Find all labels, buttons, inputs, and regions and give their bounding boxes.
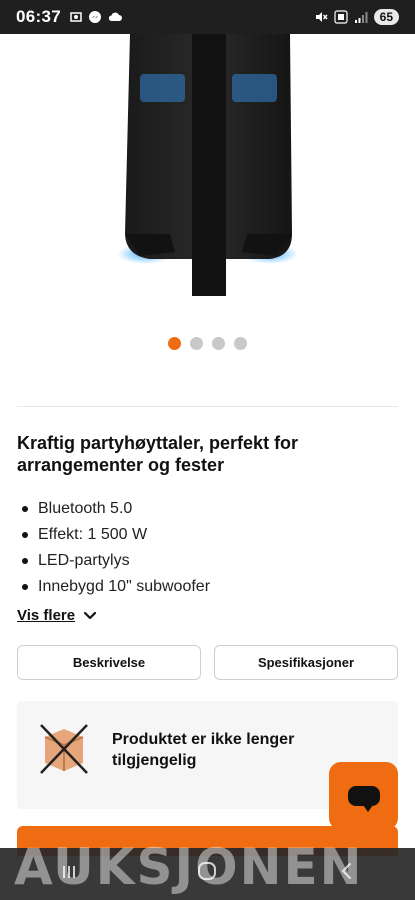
chevron-down-icon — [84, 611, 97, 619]
product-title: Kraftig partyhøyttaler, perfekt for arra… — [17, 433, 299, 475]
feature-list: Bluetooth 5.0 Effekt: 1 500 W LED-partyl… — [22, 496, 210, 600]
carousel-dot-2[interactable] — [190, 337, 203, 350]
home-icon[interactable] — [177, 860, 237, 888]
bullet-icon — [22, 532, 28, 538]
feature-item: Effekt: 1 500 W — [22, 522, 210, 548]
back-icon[interactable] — [316, 861, 376, 887]
chat-icon — [347, 786, 380, 812]
feature-text: Effekt: 1 500 W — [38, 526, 148, 543]
product-image[interactable] — [0, 34, 415, 314]
feature-text: Bluetooth 5.0 — [38, 500, 133, 517]
section-divider — [17, 406, 398, 407]
carousel-dot-1[interactable] — [168, 337, 181, 350]
carousel-dot-3[interactable] — [212, 337, 225, 350]
cloud-icon — [108, 12, 122, 21]
battery-indicator: 65 — [373, 9, 399, 25]
recent-apps-icon[interactable] — [39, 861, 99, 887]
status-system-icons: 65 — [314, 9, 399, 25]
bullet-icon — [22, 558, 28, 564]
feature-text: Innebygd 10" subwoofer — [38, 578, 211, 595]
description-button[interactable]: Beskrivelse — [17, 645, 201, 680]
feature-item: Innebygd 10" subwoofer — [22, 574, 210, 600]
image-carousel-dots — [0, 337, 415, 350]
bullet-icon — [22, 584, 28, 590]
speaker-image — [117, 34, 298, 296]
status-bar: 06:37 65 — [0, 0, 415, 34]
feature-text: LED-partylys — [38, 552, 130, 569]
specifications-button[interactable]: Spesifikasjoner — [214, 645, 398, 680]
bullet-icon — [22, 506, 28, 512]
system-nav-bar — [0, 848, 415, 900]
status-time: 06:37 — [16, 7, 61, 26]
screenshot-icon — [70, 12, 82, 22]
show-more-label: Vis flere — [17, 607, 76, 624]
status-notification-icons — [69, 10, 123, 24]
feature-item: LED-partylys — [22, 548, 210, 574]
signal-icon — [354, 12, 368, 23]
unavailable-message: Produktet er ikke lenger tilgjengelig — [112, 731, 295, 769]
feature-item: Bluetooth 5.0 — [22, 496, 210, 522]
messenger-icon — [88, 11, 101, 23]
mute-icon — [315, 12, 328, 22]
show-more-link[interactable]: Vis flere — [17, 607, 97, 624]
crossed-box-icon — [40, 724, 88, 774]
data-5g-icon — [334, 10, 348, 24]
chat-button[interactable] — [329, 762, 398, 830]
carousel-dot-4[interactable] — [234, 337, 247, 350]
